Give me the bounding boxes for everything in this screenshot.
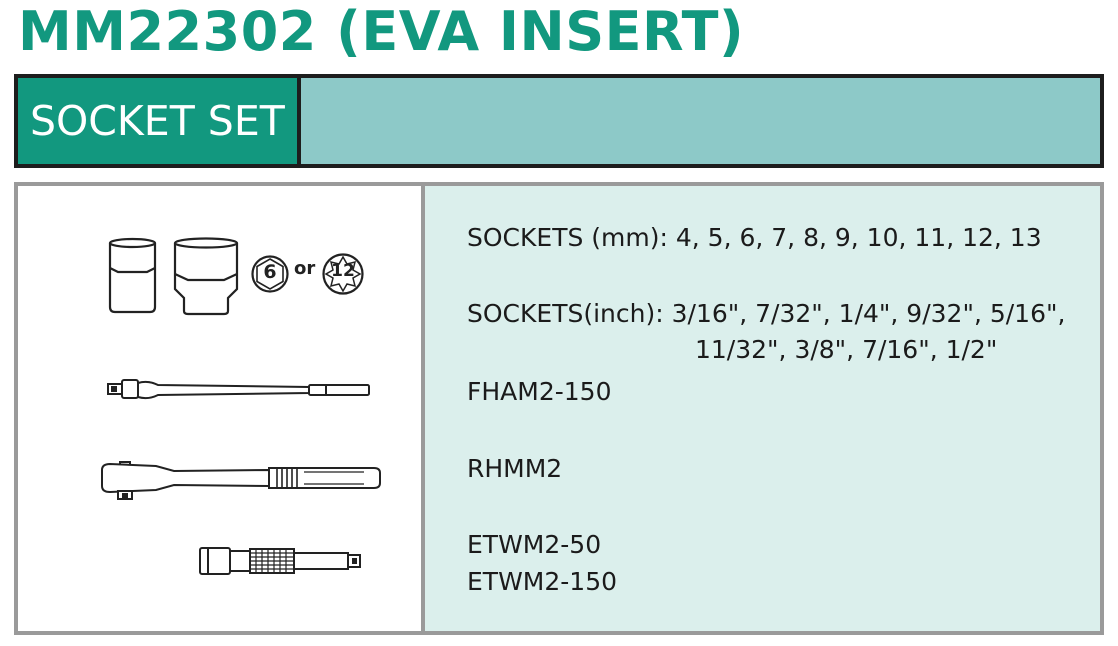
ratchet-model: RHMM2 [467,454,563,483]
sockets-inch-label: SOCKETS(inch): [467,299,664,328]
extension-model-2: ETWM2-150 [467,567,617,596]
flex-handle-model: FHAM2-150 [467,377,612,406]
ratchet-illustration [101,461,381,500]
hex-6-label: 6 [263,261,277,283]
sockets-inch-line: SOCKETS(inch): 3/16", 7/32", 1/4", 9/32"… [467,298,1065,330]
hex-12-label: 12 [331,261,355,281]
sockets-inch-values-line-1: 3/16", 7/32", 1/4", 9/32", 5/16", [671,299,1066,328]
illustration-column: 6 or 12 [18,186,421,631]
sockets-inch-values-line-2: 11/32", 3/8", 7/16", 1/2" [695,335,998,364]
product-panel: 6 or 12 SOCKETS (mm): 4, 5, 6, 7, 8, 9, … [14,182,1104,635]
extension-bar-illustration [199,547,361,575]
sockets-mm-label: SOCKETS (mm): [467,223,668,252]
flex-handle-illustration [107,379,370,400]
specification-column: SOCKETS (mm): 4, 5, 6, 7, 8, 9, 10, 11, … [425,186,1100,631]
page-title: MM22302 (EVA INSERT) [18,0,745,63]
sockets-mm-line: SOCKETS (mm): 4, 5, 6, 7, 8, 9, 10, 11, … [467,222,1042,254]
section-header: SOCKET SET [14,74,1104,168]
extension-model-1: ETWM2-50 [467,530,602,559]
or-label: or [294,258,316,279]
section-header-fill [301,78,1100,164]
section-header-label: SOCKET SET [18,78,297,164]
sockets-mm-values: 4, 5, 6, 7, 8, 9, 10, 11, 12, 13 [675,223,1042,252]
